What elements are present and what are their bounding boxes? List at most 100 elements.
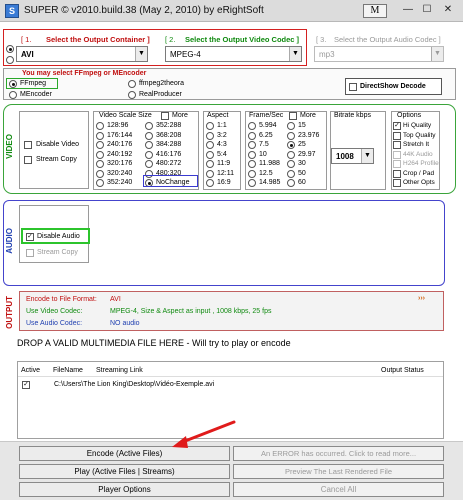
directshow-decode-toggle[interactable]: DirectShow Decode — [345, 78, 442, 95]
fps-radio[interactable] — [248, 141, 256, 149]
scale-radio[interactable] — [145, 150, 153, 159]
option-item[interactable]: 44K Audio — [393, 150, 440, 160]
fps-radio[interactable] — [248, 150, 256, 159]
container-radio-off[interactable] — [6, 56, 14, 64]
fps-radio[interactable] — [287, 141, 295, 149]
file-active-checkbox[interactable]: ✓ — [22, 381, 30, 389]
aspect-radio[interactable] — [206, 160, 214, 168]
error-button[interactable]: An ERROR has occurred. Click to read mor… — [233, 446, 444, 461]
disable-video-checkbox[interactable] — [24, 141, 32, 149]
aspect-radio[interactable] — [206, 169, 214, 178]
mencoder-radio[interactable] — [9, 91, 17, 99]
fps-radio[interactable] — [248, 131, 256, 140]
fps-more-checkbox[interactable] — [289, 112, 297, 120]
scale-radio[interactable] — [145, 122, 153, 130]
fps-option[interactable]: 23.976 — [287, 131, 327, 141]
disable-audio-checkbox[interactable]: ✓ — [26, 233, 34, 241]
scale-option[interactable]: 416:176 — [145, 150, 197, 160]
video-codec-select[interactable]: MPEG-4 ▼ — [165, 46, 302, 62]
fps-option[interactable]: 7.5 — [248, 141, 288, 150]
bitrate-select[interactable]: 1008 ▼ — [331, 148, 374, 164]
ffmpeg-radio[interactable] — [9, 80, 17, 88]
fps-option[interactable]: 5.994 — [248, 122, 288, 131]
scale-more-checkbox[interactable] — [161, 112, 169, 120]
scale-option[interactable]: 176:144 — [96, 131, 146, 141]
fps-option[interactable]: 12.5 — [248, 169, 288, 179]
scale-radio[interactable] — [96, 150, 104, 159]
preview-button[interactable]: Preview The Last Rendered File — [233, 464, 444, 479]
aspect-option[interactable]: 16:9 — [206, 179, 240, 188]
option-item[interactable]: Crop / Pad — [393, 169, 440, 179]
scale-radio[interactable] — [96, 122, 104, 130]
fps-radio[interactable] — [287, 160, 295, 168]
maximize-button[interactable]: ☐ — [419, 3, 435, 18]
scale-option[interactable]: 320:176 — [96, 160, 146, 169]
video-stream-copy-checkbox[interactable] — [24, 156, 32, 164]
option-item[interactable]: ✓ Hi Quality — [393, 122, 440, 131]
scale-radio[interactable] — [96, 131, 104, 140]
scale-option[interactable]: 240:192 — [96, 150, 146, 160]
play-button[interactable]: Play (Active Files | Streams) — [19, 464, 230, 479]
minimize-button[interactable]: — — [400, 3, 416, 18]
scale-option[interactable]: 320:240 — [96, 169, 146, 179]
option-checkbox[interactable] — [393, 169, 401, 178]
aspect-radio[interactable] — [206, 150, 214, 159]
fps-radio[interactable] — [287, 122, 295, 130]
fps-radio[interactable] — [248, 122, 256, 130]
aspect-radio[interactable] — [206, 141, 214, 149]
fps-radio[interactable] — [248, 179, 256, 187]
option-checkbox[interactable] — [393, 141, 401, 149]
aspect-option[interactable]: 4:3 — [206, 141, 240, 150]
scale-radio[interactable] — [96, 160, 104, 168]
aspect-option[interactable]: 3:2 — [206, 131, 240, 141]
scale-option[interactable]: 384:288 — [145, 141, 197, 150]
fps-option[interactable]: 60 — [287, 179, 327, 188]
option-checkbox[interactable] — [393, 160, 401, 168]
cancel-all-button[interactable]: Cancel All — [233, 482, 444, 497]
scale-radio[interactable] — [145, 131, 153, 140]
player-options-button[interactable]: Player Options — [19, 482, 230, 497]
scale-option[interactable]: 352:240 — [96, 179, 146, 188]
aspect-option[interactable]: 1:1 — [206, 122, 240, 131]
option-item[interactable]: Other Opts — [393, 179, 440, 188]
aspect-option[interactable]: 11:9 — [206, 160, 240, 169]
audio-stream-copy-checkbox[interactable] — [26, 249, 34, 257]
close-button[interactable]: ✕ — [440, 3, 456, 18]
option-checkbox[interactable] — [393, 179, 401, 187]
fps-radio[interactable] — [287, 179, 295, 187]
option-checkbox[interactable]: ✓ — [393, 122, 401, 130]
fps-option[interactable]: 29.97 — [287, 150, 327, 160]
realproducer-radio[interactable] — [128, 91, 136, 99]
audio-codec-select[interactable]: mp3 ▼ — [314, 46, 444, 62]
scale-radio[interactable] — [145, 141, 153, 149]
option-item[interactable]: Top Quality — [393, 131, 440, 141]
scale-option[interactable]: 240:176 — [96, 141, 146, 150]
option-checkbox[interactable] — [393, 131, 401, 140]
container-radio-on[interactable] — [6, 45, 14, 53]
scale-radio[interactable] — [96, 141, 104, 149]
scale-radio[interactable] — [145, 160, 153, 168]
scale-radio[interactable] — [96, 169, 104, 178]
fps-option[interactable]: 50 — [287, 169, 327, 179]
container-select[interactable]: AVI ▼ — [16, 46, 148, 62]
m-button[interactable]: M — [363, 4, 387, 18]
directshow-checkbox[interactable] — [349, 83, 357, 91]
fps-option[interactable]: 6.25 — [248, 131, 288, 141]
fps-option[interactable]: 14.985 — [248, 179, 288, 188]
option-item[interactable]: Stretch It — [393, 141, 440, 150]
scale-radio[interactable] — [96, 179, 104, 187]
fps-option[interactable]: 30 — [287, 160, 327, 169]
aspect-radio[interactable] — [206, 131, 214, 140]
table-row[interactable]: ✓ C:\Users\The Lion King\Desktop\Vidéo-E… — [18, 379, 443, 391]
scale-option[interactable]: 128:96 — [96, 122, 146, 131]
scale-option[interactable]: 368:208 — [145, 131, 197, 141]
scale-option[interactable]: 352:288 — [145, 122, 197, 131]
fps-radio[interactable] — [287, 150, 295, 159]
fps-radio[interactable] — [248, 169, 256, 178]
option-item[interactable]: H264 Profile — [393, 160, 440, 169]
aspect-radio[interactable] — [206, 179, 214, 187]
fps-radio[interactable] — [287, 169, 295, 178]
option-checkbox[interactable] — [393, 150, 401, 159]
fps-option[interactable]: 11.988 — [248, 160, 288, 169]
scale-option[interactable]: 480:272 — [145, 160, 197, 169]
